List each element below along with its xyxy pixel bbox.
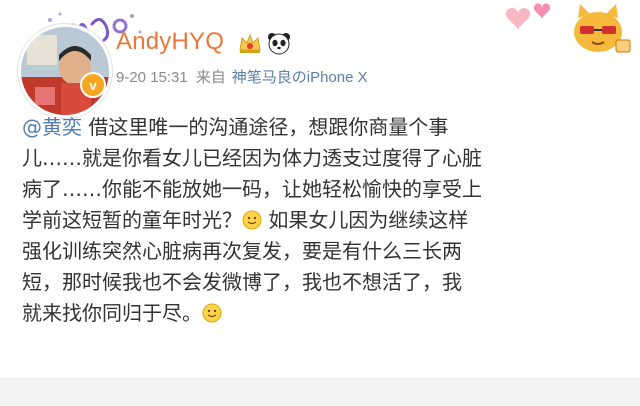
post-body: @黄奕 借这里唯一的沟通途径，想跟你商量个事 儿……就是你看女儿已经因为体力透支… (22, 112, 622, 329)
body-line: 强化训练突然心脏病再次复发，要是有什么三长两 (22, 239, 462, 263)
post-time: 9-20 15:31 (116, 69, 188, 86)
body-line: 短，那时候我也不会发微博了，我也不想活了，我 (22, 270, 462, 294)
smile-emoji-icon (202, 303, 222, 323)
from-label: 来自 (195, 69, 226, 86)
body-line: 病了……你能不能放她一码，让她轻松愉快的享受上 (22, 177, 482, 201)
body-text: 学前这短暂的童年时光？ (22, 208, 242, 232)
smile-emoji-icon (242, 210, 262, 230)
body-text: 就来找你同归于尽。 (22, 301, 202, 325)
avatar-image (21, 27, 109, 115)
body-line: 儿……就是你看女儿已经因为体力透支过度得了心脏 (22, 146, 482, 170)
post-source-link[interactable]: 神笔马良のiPhone X (232, 69, 368, 86)
cat-sticker-decoration (574, 4, 631, 53)
verified-badge: v (80, 72, 106, 98)
body-line: 就来找你同归于尽。 (22, 298, 622, 329)
post-meta: 9-20 15:31 来自 神笔马良のiPhone X (116, 66, 368, 87)
panda-icon (268, 33, 290, 55)
footer-bar (0, 378, 640, 406)
body-text: 借这里唯一的沟通途径，想跟你商量个事 (82, 115, 449, 139)
body-line: 学前这短暂的童年时光？ 如果女儿因为继续这样 (22, 205, 622, 236)
weibo-post-card: v AndyHYQ 9-20 15:31 来自 神笔马良のiPhone X @黄奕 … (0, 0, 640, 406)
body-line: @黄奕 借这里唯一的沟通途径，想跟你商量个事 (22, 112, 622, 143)
crown-icon (239, 33, 261, 53)
avatar[interactable] (18, 24, 112, 118)
username[interactable]: AndyHYQ (116, 28, 224, 56)
body-text: 如果女儿因为继续这样 (262, 208, 469, 232)
mention-link[interactable]: @黄奕 (22, 115, 82, 139)
